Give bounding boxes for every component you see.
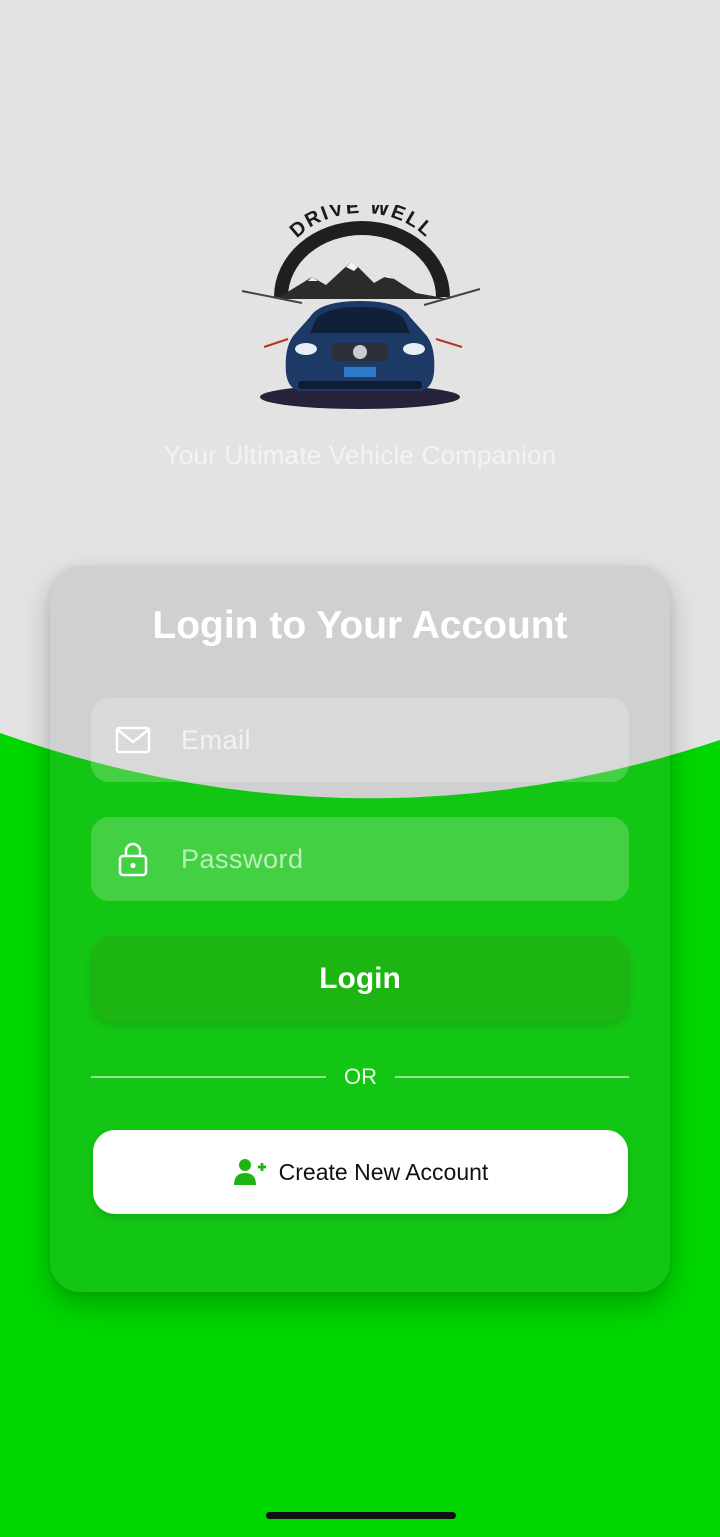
login-card: Login to Your Account Login OR xyxy=(50,566,670,1292)
divider-line-left xyxy=(91,1076,326,1078)
email-input[interactable] xyxy=(181,698,611,782)
divider-line-right xyxy=(395,1076,629,1078)
add-user-icon xyxy=(233,1159,266,1185)
divider-text: OR xyxy=(344,1064,377,1089)
home-indicator[interactable] xyxy=(266,1512,456,1519)
app-tagline: Your Ultimate Vehicle Companion xyxy=(163,440,557,470)
email-field[interactable] xyxy=(91,698,629,782)
password-field[interactable] xyxy=(91,817,629,901)
login-title: Login to Your Account xyxy=(152,604,568,647)
create-account-button[interactable]: Create New Account xyxy=(93,1130,628,1214)
login-button[interactable]: Login xyxy=(91,936,629,1022)
or-divider: OR xyxy=(91,1062,629,1092)
login-screen: DRIVE WELL Your Ultimate Vehicle Compani… xyxy=(0,0,720,1537)
lock-icon xyxy=(118,842,148,877)
mail-icon xyxy=(115,726,151,754)
drive-well-logo: DRIVE WELL xyxy=(241,205,481,409)
password-input[interactable] xyxy=(181,817,611,901)
create-account-label: Create New Account xyxy=(278,1158,489,1185)
